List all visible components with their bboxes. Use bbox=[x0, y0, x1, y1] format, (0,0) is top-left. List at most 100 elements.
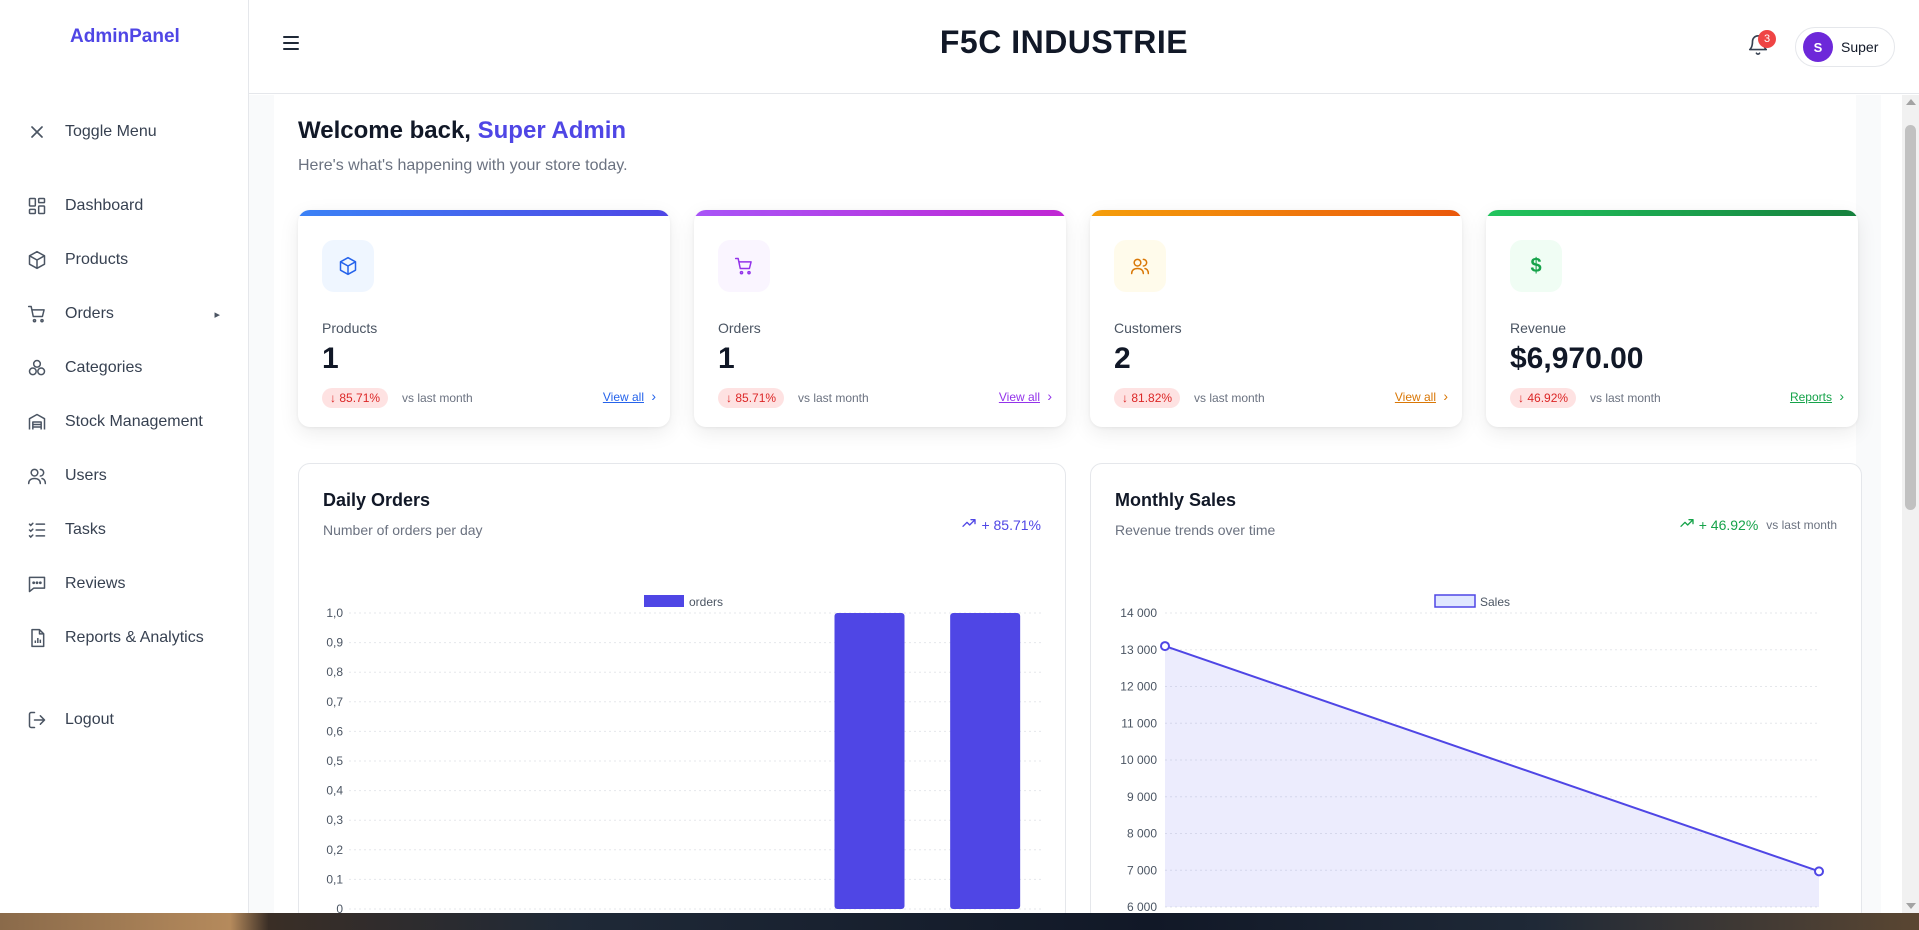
sidebar-item-reports-analytics[interactable]: Reports & Analytics bbox=[26, 623, 236, 653]
daily-orders-panel: Daily Orders Number of orders per day + … bbox=[298, 463, 1066, 913]
y-tick-label: 1,0 bbox=[326, 606, 343, 620]
stat-comparison: vs last month bbox=[402, 391, 473, 405]
welcome-greeting: Welcome back, bbox=[298, 117, 471, 144]
users-icon bbox=[26, 465, 48, 487]
card-accent-bar bbox=[694, 210, 1066, 216]
stat-change-value: 85.71% bbox=[735, 391, 777, 405]
arrow-down-icon: ↓ bbox=[726, 391, 736, 405]
y-tick-label: 0,2 bbox=[326, 843, 343, 857]
close-icon bbox=[26, 121, 48, 143]
stat-comparison: vs last month bbox=[1194, 391, 1265, 405]
y-tick-label: 12 000 bbox=[1120, 680, 1157, 694]
arrow-down-icon: ↓ bbox=[330, 391, 340, 405]
stat-comparison: vs last month bbox=[1590, 391, 1661, 405]
brand-logo[interactable]: AdminPanel bbox=[70, 26, 180, 48]
scroll-down-arrow-icon[interactable] bbox=[1906, 903, 1916, 909]
page-scrollbar[interactable] bbox=[1902, 95, 1919, 913]
sidebar-item-reviews[interactable]: Reviews bbox=[26, 569, 236, 599]
sidebar-item-products[interactable]: Products bbox=[26, 245, 236, 275]
sidebar-item-label: Tasks bbox=[65, 521, 106, 538]
warehouse-icon bbox=[26, 411, 48, 433]
y-tick-label: 6 000 bbox=[1127, 900, 1157, 913]
box-icon bbox=[26, 249, 48, 271]
os-taskbar bbox=[0, 913, 1919, 930]
toggle-menu-button[interactable]: Toggle Menu bbox=[26, 117, 236, 147]
topbar: F5C INDUSTRIE 3 S Super bbox=[249, 0, 1919, 94]
notification-badge: 3 bbox=[1758, 30, 1776, 48]
y-tick-label: 9 000 bbox=[1127, 790, 1157, 804]
sidebar-item-users[interactable]: Users bbox=[26, 461, 236, 491]
tasks-icon bbox=[26, 519, 48, 541]
view-all-customers-link[interactable]: View all bbox=[1395, 390, 1436, 404]
legend-swatch bbox=[1434, 594, 1476, 608]
cart-icon bbox=[718, 240, 770, 292]
stat-change-badge: ↓ 81.82% bbox=[1114, 388, 1181, 408]
chevron-right-icon: › bbox=[1047, 388, 1052, 404]
sidebar-item-categories[interactable]: Categories bbox=[26, 353, 236, 383]
legend-label: orders bbox=[689, 595, 723, 609]
chevron-right-icon: › bbox=[651, 388, 656, 404]
stat-comparison: vs last month bbox=[798, 391, 869, 405]
stat-label: Products bbox=[322, 320, 378, 336]
dashboard-icon bbox=[26, 195, 48, 217]
sidebar-item-stock-management[interactable]: Stock Management bbox=[26, 407, 236, 437]
view-all-products-link[interactable]: View all bbox=[603, 390, 644, 404]
avatar: S bbox=[1803, 32, 1833, 62]
stat-change-value: 85.71% bbox=[339, 391, 381, 405]
y-tick-label: 0,4 bbox=[326, 784, 343, 798]
y-tick-label: 14 000 bbox=[1120, 606, 1157, 620]
dollar-icon: $ bbox=[1510, 240, 1562, 292]
stat-value: $6,970.00 bbox=[1510, 342, 1644, 375]
chevron-right-icon[interactable]: ▸ bbox=[214, 308, 220, 321]
sidebar-item-label: Dashboard bbox=[65, 197, 144, 214]
card-accent-bar bbox=[298, 210, 670, 216]
view-all-orders-link[interactable]: View all bbox=[999, 390, 1040, 404]
sidebar-item-orders[interactable]: Orders ▸ bbox=[26, 299, 236, 329]
sidebar-item-label: Categories bbox=[65, 359, 143, 376]
stat-change-badge: ↓ 85.71% bbox=[718, 388, 785, 408]
stat-card-products: Products 1 ↓ 85.71% vs last month View a… bbox=[298, 210, 670, 427]
legend-swatch bbox=[644, 595, 684, 607]
arrow-down-icon: ↓ bbox=[1122, 391, 1132, 405]
welcome-user-name: Super Admin bbox=[477, 117, 627, 144]
company-name: F5C INDUSTRIE bbox=[939, 24, 1189, 60]
sidebar-item-label: Stock Management bbox=[65, 413, 203, 430]
cart-icon bbox=[26, 303, 48, 325]
bar bbox=[950, 613, 1021, 909]
stat-value: 2 bbox=[1114, 342, 1131, 375]
box-icon bbox=[322, 240, 374, 292]
y-tick-label: 13 000 bbox=[1120, 643, 1157, 657]
stat-card-customers: Customers 2 ↓ 81.82% vs last month View … bbox=[1090, 210, 1462, 427]
sidebar-item-tasks[interactable]: Tasks bbox=[26, 515, 236, 545]
scroll-up-arrow-icon[interactable] bbox=[1906, 99, 1916, 105]
stat-value: 1 bbox=[718, 342, 735, 375]
card-accent-bar bbox=[1090, 210, 1462, 216]
y-tick-label: 0,5 bbox=[326, 754, 343, 768]
y-tick-label: 11 000 bbox=[1121, 716, 1157, 730]
stat-value: 1 bbox=[322, 342, 339, 375]
sidebar-item-label: Reviews bbox=[65, 575, 126, 592]
y-tick-label: 8 000 bbox=[1127, 827, 1157, 841]
sidebar-item-label: Reports & Analytics bbox=[65, 629, 204, 646]
y-tick-label: 7 000 bbox=[1127, 863, 1157, 877]
user-menu-button[interactable]: S Super bbox=[1795, 27, 1895, 67]
stat-card-orders: Orders 1 ↓ 85.71% vs last month View all… bbox=[694, 210, 1066, 427]
users-icon bbox=[1114, 240, 1166, 292]
scrollbar-thumb[interactable] bbox=[1905, 125, 1916, 510]
stat-change-badge: ↓ 85.71% bbox=[322, 388, 389, 408]
stat-change-value: 46.92% bbox=[1527, 391, 1569, 405]
chevron-right-icon: › bbox=[1443, 388, 1448, 404]
main-content: Welcome back, Super Admin Here's what's … bbox=[249, 95, 1881, 913]
y-tick-label: 0,1 bbox=[326, 872, 343, 886]
legend-label: Sales bbox=[1480, 595, 1510, 609]
stat-change-value: 81.82% bbox=[1131, 391, 1173, 405]
sidebar-item-label: Users bbox=[65, 467, 107, 484]
logout-button[interactable]: Logout bbox=[26, 705, 236, 735]
y-tick-label: 10 000 bbox=[1120, 753, 1157, 767]
stat-change-badge: ↓ 46.92% bbox=[1510, 388, 1577, 408]
user-name: Super bbox=[1841, 39, 1879, 55]
welcome-heading: Welcome back, Super Admin bbox=[298, 117, 626, 145]
logout-icon bbox=[26, 709, 48, 731]
reports-link[interactable]: Reports bbox=[1790, 390, 1832, 404]
sidebar-item-dashboard[interactable]: Dashboard bbox=[26, 191, 236, 221]
